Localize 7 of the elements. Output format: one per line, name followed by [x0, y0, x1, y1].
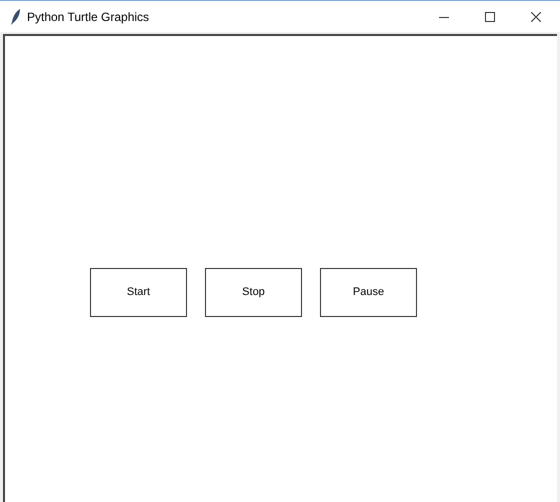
- canvas-button[interactable]: Start: [90, 268, 187, 317]
- maximize-icon[interactable]: [485, 12, 495, 22]
- close-icon[interactable]: [531, 12, 541, 22]
- feather-icon: [11, 8, 21, 24]
- canvas-button[interactable]: Pause: [320, 268, 417, 317]
- window-title: Python Turtle Graphics: [27, 8, 150, 26]
- canvas-button[interactable]: Stop: [205, 268, 302, 317]
